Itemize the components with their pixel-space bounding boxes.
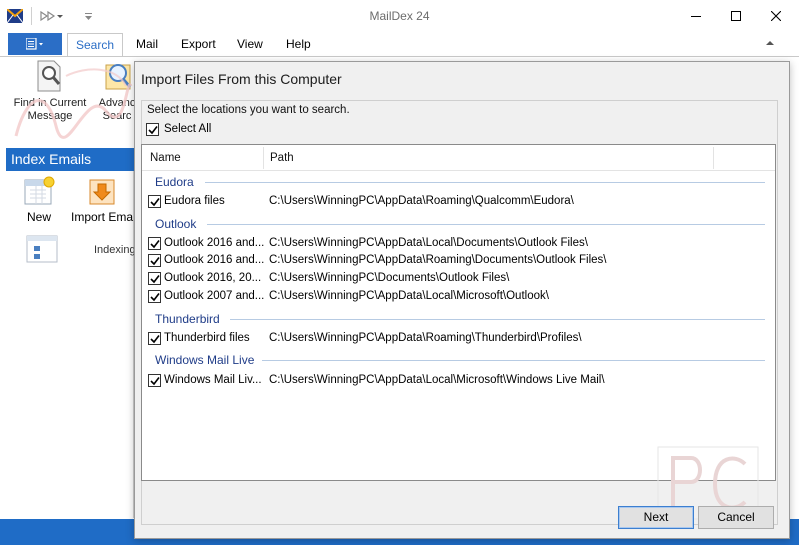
tab-mail[interactable]: Mail [136, 37, 158, 51]
row-checkbox[interactable] [148, 374, 161, 387]
row-checkbox[interactable] [148, 237, 161, 250]
checkmark-icon [150, 198, 160, 207]
select-all-label[interactable]: Select All [164, 123, 211, 135]
find-label-line1: Find in Current [13, 97, 87, 109]
dialog-title: Import Files From this Computer [141, 71, 342, 87]
checkmark-icon [150, 240, 160, 249]
menu-bar: Search Mail Export View Help [0, 32, 799, 57]
checkmark-icon [150, 275, 160, 284]
file-menu-icon [26, 38, 43, 50]
row-path[interactable]: C:\Users\WinningPC\AppData\Roaming\Thund… [269, 332, 582, 344]
row-name[interactable]: Outlook 2016, 20... [164, 272, 261, 284]
index-item-icon [26, 235, 58, 263]
row-path[interactable]: C:\Users\WinningPC\AppData\Roaming\Qualc… [269, 195, 574, 207]
column-header-path[interactable]: Path [270, 152, 294, 164]
dialog-instruction: Select the locations you want to search. [147, 104, 350, 116]
select-all-checkbox[interactable] [146, 123, 159, 136]
row-name[interactable]: Outlook 2016 and... [164, 237, 264, 249]
row-name[interactable]: Windows Mail Liv... [164, 374, 262, 386]
advanced-label-line2: Searc [102, 110, 132, 122]
find-label-line2: Message [27, 110, 73, 122]
checkmark-icon [150, 293, 160, 302]
group-label-eudora: Eudora [155, 175, 194, 189]
indexing-status-text: Indexing [94, 244, 136, 256]
import-emails-label: Import Ema [70, 210, 133, 224]
row-name[interactable]: Thunderbird files [164, 332, 250, 344]
minimize-icon [691, 16, 701, 17]
checkmark-icon [150, 335, 160, 344]
find-in-message-icon [37, 60, 61, 92]
row-checkbox[interactable] [148, 290, 161, 303]
cancel-button[interactable]: Cancel [698, 506, 774, 529]
tab-export[interactable]: Export [181, 37, 216, 51]
checkmark-icon [148, 126, 158, 135]
group-label-outlook: Outlook [155, 217, 197, 231]
column-separator[interactable] [263, 147, 264, 169]
row-path[interactable]: C:\Users\WinningPC\Documents\Outlook Fil… [269, 272, 509, 284]
advanced-search-icon [105, 64, 132, 90]
new-index-icon [24, 176, 55, 205]
maximize-icon [731, 11, 741, 21]
column-header-name[interactable]: Name [150, 152, 181, 164]
maximize-button[interactable] [717, 0, 755, 32]
row-checkbox[interactable] [148, 195, 161, 208]
import-files-dialog: Import Files From this Computer Select t… [134, 61, 790, 539]
close-icon [771, 11, 781, 21]
row-path[interactable]: C:\Users\WinningPC\AppData\Roaming\Docum… [269, 254, 606, 266]
file-menu-button[interactable] [8, 33, 62, 55]
row-path[interactable]: C:\Users\WinningPC\AppData\Local\Microso… [269, 374, 605, 386]
next-button[interactable]: Next [618, 506, 694, 529]
row-checkbox[interactable] [148, 254, 161, 267]
group-divider [207, 224, 765, 225]
index-emails-panel: Index Emails New Import Ema Indexing [6, 148, 136, 518]
new-label: New [26, 210, 51, 224]
locations-list[interactable]: Name Path Eudora Eudora files C:\Users\W… [141, 144, 776, 481]
find-in-current-message-button[interactable]: Find in Current Message [12, 59, 88, 123]
group-divider [205, 182, 765, 183]
row-path[interactable]: C:\Users\WinningPC\AppData\Local\Documen… [269, 237, 588, 249]
import-emails-icon [89, 179, 115, 205]
advanced-label-line1: Advanc [98, 97, 136, 109]
row-checkbox[interactable] [148, 332, 161, 345]
group-label-windows-mail-live: Windows Mail Live [155, 353, 255, 367]
group-label-thunderbird: Thunderbird [155, 312, 220, 326]
title-bar: MailDex 24 [0, 0, 799, 32]
column-separator[interactable] [713, 147, 714, 169]
row-name[interactable]: Eudora files [164, 195, 225, 207]
tab-view[interactable]: View [237, 37, 263, 51]
import-emails-button[interactable]: Import Ema [70, 176, 134, 224]
row-name[interactable]: Outlook 2007 and... [164, 290, 264, 302]
list-header: Name Path [142, 145, 775, 171]
group-divider [230, 319, 765, 320]
checkmark-icon [150, 257, 160, 266]
minimize-button[interactable] [677, 0, 715, 32]
group-divider [262, 360, 765, 361]
tab-search[interactable]: Search [67, 33, 124, 57]
checkmark-icon [150, 377, 160, 386]
row-checkbox[interactable] [148, 272, 161, 285]
row-path[interactable]: C:\Users\WinningPC\AppData\Local\Microso… [269, 290, 549, 302]
collapse-ribbon-icon[interactable] [765, 39, 775, 47]
tab-help[interactable]: Help [286, 37, 311, 51]
new-index-button[interactable]: New [18, 176, 60, 224]
close-button[interactable] [757, 0, 795, 32]
index-emails-header: Index Emails [6, 148, 134, 171]
row-name[interactable]: Outlook 2016 and... [164, 254, 264, 266]
